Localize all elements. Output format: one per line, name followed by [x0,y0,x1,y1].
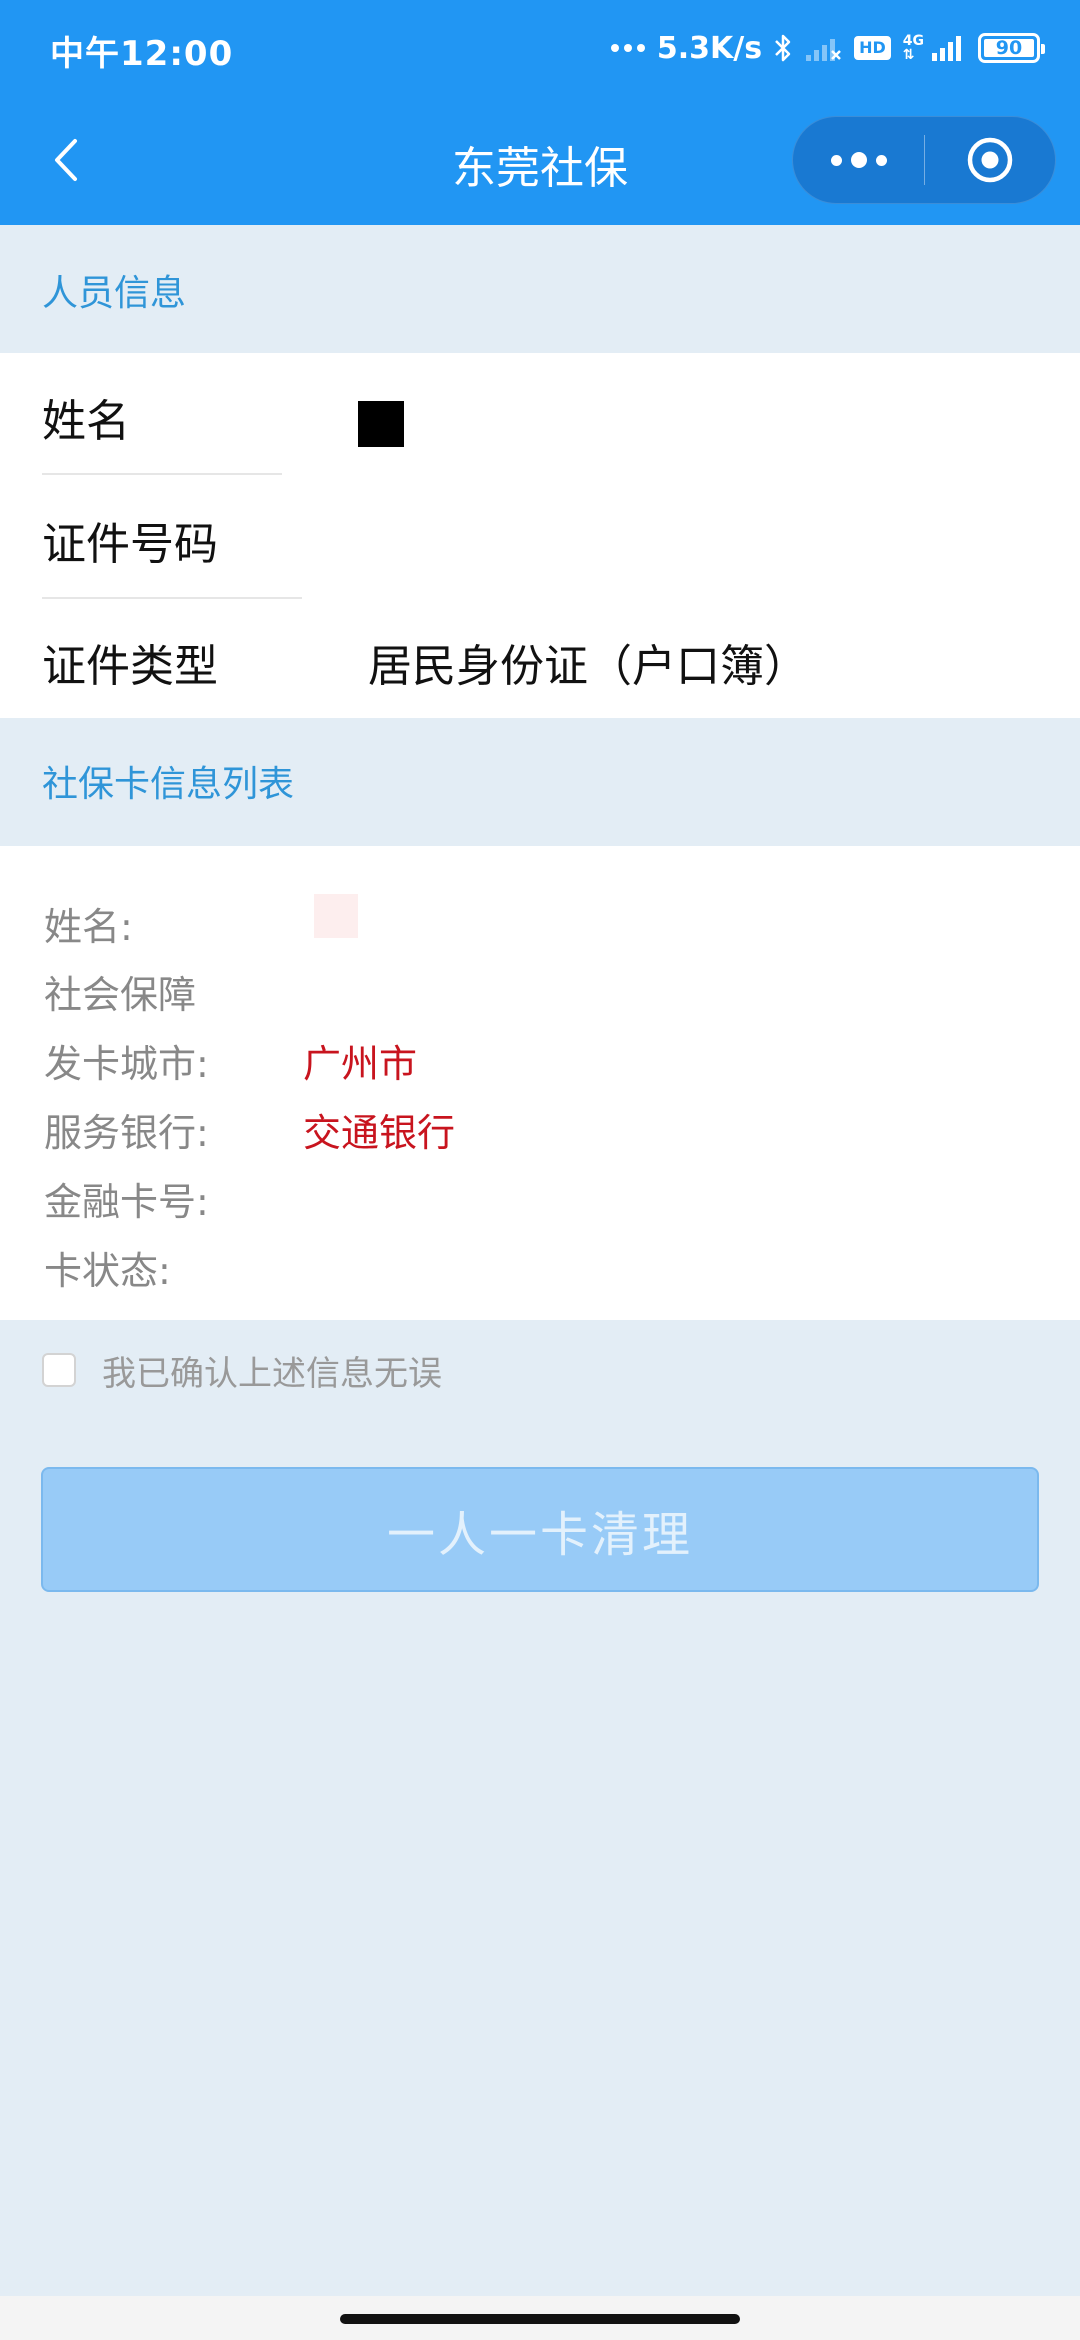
signal-sim1-icon [804,33,842,63]
section-header-person-info: 人员信息 [42,273,187,314]
redacted-name [358,401,404,447]
name-label: 姓名 [42,396,130,447]
card-info-list: 姓名: 社会保障 发卡城市: 广州市 服务银行: 交通银行 金融卡号: 卡状态: [0,846,1080,1320]
service-bank-label: 服务银行: [44,1111,209,1155]
close-miniprogram-button[interactable] [925,116,1055,204]
card-number-label: 金融卡号: [44,1180,209,1224]
person-info-card: 姓名 证件号码 证件类型 居民身份证（户口簿） [0,353,1080,718]
issuing-city-value: 广州市 [303,1042,418,1086]
card-status-label: 卡状态: [44,1249,171,1293]
service-bank-value: 交通银行 [303,1111,456,1155]
one-person-one-card-button[interactable]: 一人一卡清理 [41,1467,1039,1592]
network-speed: 5.3K/s [656,30,763,66]
hd-badge: HD [854,36,891,60]
redacted-card-name [314,894,358,938]
confirm-text: 我已确认上述信息无误 [102,1353,442,1394]
divider [42,473,282,475]
home-indicator-area [0,2296,1080,2340]
divider [42,597,302,599]
more-dots-icon [610,44,645,52]
network-type: 4G ⇅ [902,33,924,63]
card-name-label: 姓名: [44,905,133,949]
status-bar: 中午12:00 5.3K/s HD 4G ⇅ 90 [0,0,1080,96]
id-type-label: 证件类型 [42,641,218,692]
status-icons: 5.3K/s HD 4G ⇅ 90 [610,24,1045,72]
signal-sim2-icon [930,33,966,63]
more-dots-icon [830,154,842,166]
confirm-checkbox[interactable] [42,1353,76,1387]
social-security-label: 社会保障 [44,973,197,1017]
target-icon [967,137,1013,183]
section-header-card-list: 社保卡信息列表 [42,764,295,805]
id-type-value: 居民身份证（户口簿） [368,641,808,692]
more-button[interactable] [793,116,924,204]
miniprogram-capsule [792,116,1056,204]
home-indicator[interactable] [340,2314,740,2324]
nav-bar: 东莞社保 [0,96,1080,225]
confirm-row[interactable]: 我已确认上述信息无误 [42,1340,442,1400]
battery-icon: 90 [978,33,1045,63]
id-number-label: 证件号码 [42,519,218,570]
status-time: 中午12:00 [50,34,234,74]
bluetooth-icon [774,33,792,63]
issuing-city-label: 发卡城市: [44,1042,209,1086]
